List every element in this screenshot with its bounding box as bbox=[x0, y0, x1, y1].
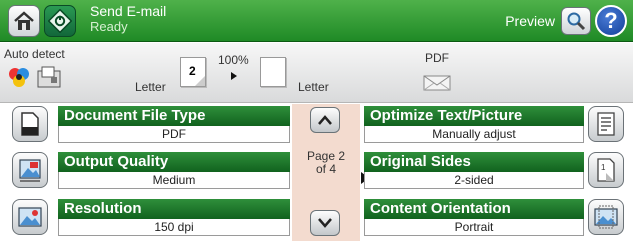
optimize-text-picture-label: Optimize Text/Picture bbox=[364, 106, 584, 126]
original-sides-label: Original Sides bbox=[364, 152, 584, 172]
page-title: Send E-mail bbox=[90, 3, 167, 19]
help-button[interactable]: ? bbox=[595, 5, 627, 37]
optimize-text-picture-value: Manually adjust bbox=[364, 126, 584, 143]
options-panel: Document File Type PDF Output Quality Me… bbox=[0, 104, 633, 241]
scan-source-icon bbox=[37, 66, 61, 88]
text-picture-icon bbox=[597, 112, 615, 136]
output-quality-button[interactable] bbox=[12, 152, 48, 188]
output-page-thumb bbox=[260, 57, 286, 87]
document-icon bbox=[21, 112, 39, 136]
zoom-label: 100% bbox=[218, 53, 249, 67]
home-button[interactable] bbox=[8, 5, 40, 37]
document-file-type-value: PDF bbox=[58, 126, 290, 143]
page-curl-icon bbox=[195, 76, 205, 86]
preview-label: Preview bbox=[505, 13, 555, 29]
optimize-text-picture-button[interactable] bbox=[588, 106, 624, 142]
paper-size-right: Letter bbox=[298, 80, 329, 94]
document-file-type-label: Document File Type bbox=[58, 106, 290, 126]
auto-detect-label: Auto detect bbox=[4, 47, 65, 61]
envelope-icon bbox=[423, 75, 451, 91]
header-title-block: Send E-mail Ready bbox=[90, 3, 167, 35]
chevron-up-icon bbox=[318, 115, 332, 125]
output-quality-label: Output Quality bbox=[58, 152, 290, 172]
start-button[interactable] bbox=[44, 5, 76, 37]
header-bar: Send E-mail Ready Preview ? bbox=[0, 0, 633, 42]
magnifier-icon bbox=[567, 12, 586, 31]
sides-page-thumb: 2 bbox=[180, 57, 206, 87]
resolution-value: 150 dpi bbox=[58, 219, 290, 236]
resolution-icon bbox=[18, 207, 42, 227]
original-sides-value: 2-sided bbox=[364, 172, 584, 189]
help-icon: ? bbox=[604, 8, 618, 33]
content-orientation-field[interactable]: Content Orientation Portrait bbox=[364, 199, 584, 237]
original-sides-button[interactable]: 1 bbox=[588, 152, 624, 188]
output-quality-value: Medium bbox=[58, 172, 290, 189]
color-mode-icon bbox=[9, 68, 29, 87]
arrow-right-icon bbox=[231, 72, 237, 80]
page-up-button[interactable] bbox=[310, 107, 340, 133]
content-orientation-value: Portrait bbox=[364, 219, 584, 236]
document-file-type-button[interactable] bbox=[12, 106, 48, 142]
svg-text:1: 1 bbox=[601, 163, 606, 172]
output-format-label: PDF bbox=[425, 51, 449, 65]
chevron-down-icon bbox=[318, 218, 332, 228]
app-window: Send E-mail Ready Preview ? Auto detect bbox=[0, 0, 633, 241]
resolution-field[interactable]: Resolution 150 dpi bbox=[58, 199, 290, 237]
content-orientation-label: Content Orientation bbox=[364, 199, 584, 219]
home-icon bbox=[14, 11, 34, 30]
settings-summary-bar: Auto detect Letter 2 100% Letter PDF bbox=[0, 43, 633, 103]
sides-icon: 1 bbox=[597, 158, 615, 182]
original-sides-field[interactable]: Original Sides 2-sided bbox=[364, 152, 584, 190]
page-down-button[interactable] bbox=[310, 210, 340, 236]
pager-column: Page 2 of 4 bbox=[292, 104, 360, 241]
start-icon bbox=[48, 9, 72, 33]
content-orientation-button[interactable] bbox=[588, 199, 624, 235]
preview-button[interactable] bbox=[561, 7, 591, 35]
resolution-button[interactable] bbox=[12, 199, 48, 235]
document-file-type-field[interactable]: Document File Type PDF bbox=[58, 106, 290, 144]
quality-icon bbox=[19, 159, 41, 182]
page-indicator-total: of 4 bbox=[315, 162, 336, 176]
orientation-icon bbox=[594, 205, 618, 229]
paper-size-left: Letter bbox=[135, 80, 166, 94]
status-text: Ready bbox=[90, 19, 128, 34]
optimize-text-picture-field[interactable]: Optimize Text/Picture Manually adjust bbox=[364, 106, 584, 144]
resolution-label: Resolution bbox=[58, 199, 290, 219]
output-quality-field[interactable]: Output Quality Medium bbox=[58, 152, 290, 190]
